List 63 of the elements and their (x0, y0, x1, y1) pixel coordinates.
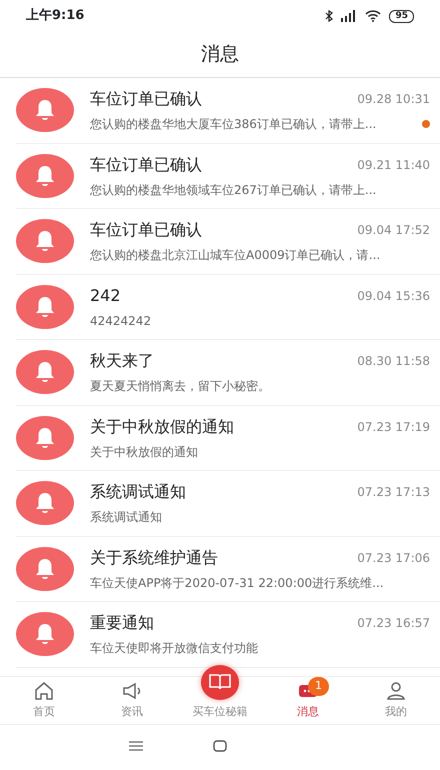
tab-button[interactable]: 消息 1 (264, 677, 352, 724)
bell-icon (34, 556, 56, 581)
message-title: 关于中秋放假的通知 (90, 416, 234, 438)
speaker-icon (122, 682, 142, 700)
bell-icon (34, 294, 56, 319)
message-preview: 车位天使APP将于2020-07-31 22:00:00进行系统维... (90, 574, 384, 592)
message-time: 09.04 17:52 (357, 222, 430, 240)
tab-button[interactable]: 我的 (352, 677, 440, 724)
message-preview: 您认购的楼盘华地领域车位267订单已确认，请带上... (90, 182, 376, 199)
message-title: 重要通知 (90, 612, 154, 634)
page-title: 消息 (201, 42, 239, 68)
bell-icon (34, 426, 56, 450)
tab-button[interactable]: 首页 (0, 677, 88, 724)
status-time: 上午9:16 (26, 7, 84, 26)
bell-icon (34, 98, 56, 122)
battery-indicator: 95 (389, 10, 414, 22)
home-button-icon[interactable] (213, 740, 227, 752)
message-title: 关于系统维护通告 (90, 546, 218, 569)
menu-icon[interactable] (129, 741, 143, 751)
bell-icon (34, 164, 56, 188)
message-preview: 夏天夏天悄悄离去，留下小秘密。 (90, 378, 270, 396)
message-item[interactable]: 车位订单已确认 09.21 11:40 您认购的楼盘华地领域车位267订单已确认，请带上... (16, 144, 440, 209)
bell-icon (34, 622, 56, 646)
message-time: 07.23 17:06 (357, 550, 430, 567)
message-item[interactable]: 重要通知 07.23 16:57 车位天使即将开放微信支付功能 (16, 602, 440, 668)
message-item[interactable]: 关于中秋放假的通知 07.23 17:19 关于中秋放假的通知 (16, 406, 440, 471)
message-time: 08.30 11:58 (357, 353, 430, 370)
signal-icon (341, 10, 358, 22)
message-item[interactable]: 关于系统维护通告 07.23 17:06 车位天使APP将于2020-07-31 22:00:00进行系统维... (16, 536, 440, 602)
message-preview: 系统调试通知 (90, 509, 162, 526)
bell-icon (34, 491, 56, 516)
message-title: 车位订单已确认 (90, 88, 202, 110)
message-preview: 42424242 (90, 312, 152, 330)
message-time: 07.23 17:19 (357, 418, 430, 436)
message-preview: 您认购的楼盘北京江山城车位A0009订单已确认，请... (90, 247, 380, 264)
message-title: 车位订单已确认 (90, 219, 202, 242)
wifi-icon (365, 10, 382, 22)
book-icon (201, 665, 239, 700)
message-time: 09.28 10:31 (357, 91, 430, 108)
message-title: 系统调试通知 (90, 481, 186, 504)
tab-button[interactable]: 买车位秘籍 (176, 665, 264, 724)
unread-count-badge: 1 (308, 677, 329, 696)
message-time: 07.23 17:13 (357, 484, 430, 502)
message-item[interactable]: 秋天来了 08.30 11:58 夏天夏天悄悄离去，留下小秘密。 (16, 340, 440, 406)
person-icon (386, 682, 406, 700)
message-title: 242 (90, 284, 121, 307)
message-preview: 关于中秋放假的通知 (90, 444, 198, 461)
message-time: 09.21 11:40 (357, 156, 430, 174)
message-item[interactable]: 系统调试通知 07.23 17:13 系统调试通知 (16, 471, 440, 536)
message-title: 车位订单已确认 (90, 154, 202, 176)
message-title: 秋天来了 (90, 350, 154, 372)
bell-icon (34, 360, 56, 384)
bluetooth-icon (325, 10, 334, 22)
home-icon (34, 682, 54, 700)
message-time: 07.23 16:57 (357, 615, 430, 632)
message-item[interactable]: 242 09.04 15:36 42424242 (16, 274, 440, 340)
message-item[interactable]: 车位订单已确认 09.04 17:52 您认购的楼盘北京江山城车位A0009订单已确认，请... (16, 209, 440, 274)
message-preview: 您认购的楼盘华地大厦车位386订单已确认，请带上... (90, 116, 376, 134)
tab-button[interactable]: 资讯 (88, 677, 176, 724)
bell-icon (34, 229, 56, 254)
message-time: 09.04 15:36 (357, 288, 430, 305)
message-preview: 车位天使即将开放微信支付功能 (90, 640, 258, 658)
message-item[interactable]: 车位订单已确认 09.28 10:31 您认购的楼盘华地大厦车位386订单已确认，请带上... (16, 78, 440, 144)
